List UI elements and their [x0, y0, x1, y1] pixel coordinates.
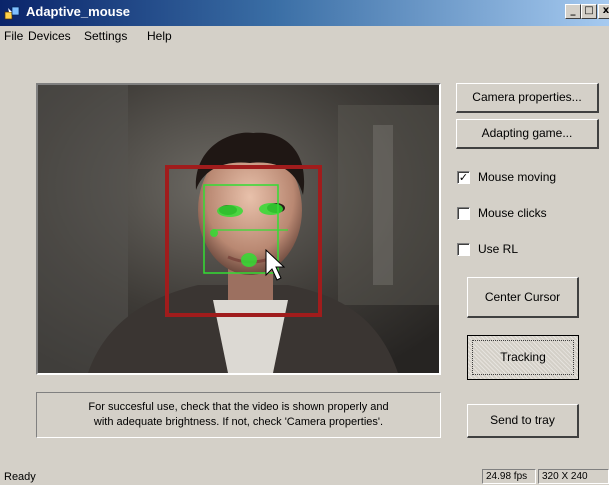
- mouse-clicks-checkbox[interactable]: [457, 207, 470, 220]
- status-text: Ready: [4, 471, 36, 483]
- minimize-button[interactable]: _: [565, 4, 581, 19]
- fps-readout: 24.98 fps: [482, 469, 536, 484]
- maximize-button[interactable]: □: [581, 4, 597, 19]
- tracking-button[interactable]: Tracking: [467, 335, 579, 380]
- center-cursor-button[interactable]: Center Cursor: [467, 277, 579, 318]
- mouse-clicks-label[interactable]: Mouse clicks: [478, 206, 547, 220]
- instructions-box: For succesful use, check that the video …: [36, 392, 441, 438]
- app-icon: [4, 6, 20, 20]
- video-preview: [36, 83, 441, 375]
- menu-bar: File Devices Settings Help: [0, 26, 609, 46]
- window-title: Adaptive_mouse: [26, 4, 131, 19]
- send-to-tray-button[interactable]: Send to tray: [467, 404, 579, 438]
- camera-properties-button[interactable]: Camera properties...: [456, 83, 599, 113]
- menu-settings[interactable]: Settings: [84, 29, 127, 43]
- title-bar[interactable]: Adaptive_mouse _ □ x: [0, 0, 609, 26]
- instructions-line-2: with adequate brightness. If not, check …: [93, 416, 384, 428]
- use-rl-label[interactable]: Use RL: [478, 242, 518, 256]
- close-button[interactable]: x: [598, 4, 609, 19]
- mouse-moving-checkbox[interactable]: ✓: [457, 171, 470, 184]
- camera-image: [38, 85, 439, 373]
- use-rl-checkbox[interactable]: [457, 243, 470, 256]
- instructions-line-1: For succesful use, check that the video …: [88, 401, 389, 413]
- mouse-moving-label[interactable]: Mouse moving: [478, 170, 556, 184]
- adapting-game-button[interactable]: Adapting game...: [456, 119, 599, 149]
- menu-file[interactable]: File: [4, 29, 23, 43]
- menu-help[interactable]: Help: [147, 29, 172, 43]
- status-bar: Ready 24.98 fps 320 X 240: [0, 468, 609, 485]
- app-window: Adaptive_mouse _ □ x File Devices Settin…: [0, 0, 609, 485]
- resolution-readout: 320 X 240: [538, 469, 609, 484]
- menu-devices[interactable]: Devices: [28, 29, 71, 43]
